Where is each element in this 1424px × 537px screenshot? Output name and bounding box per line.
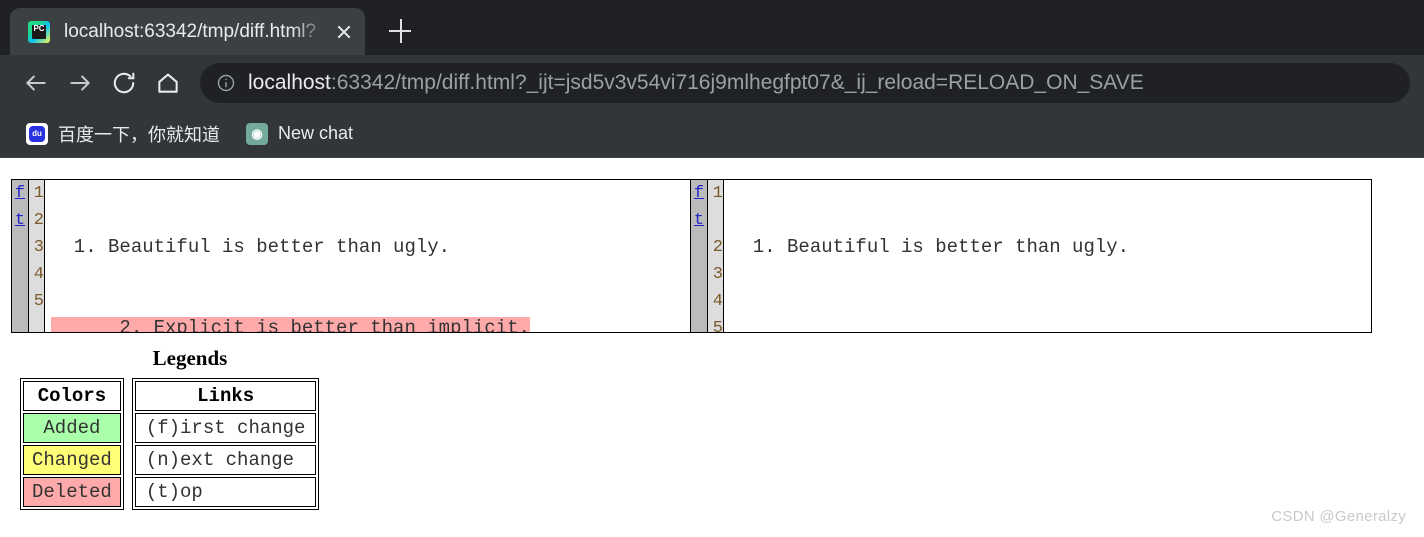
line-numbers-right: 1 2 3 4 5	[708, 180, 724, 332]
line-number: 2	[33, 211, 44, 230]
legend-colors-header: Colors	[23, 381, 121, 411]
line-number	[708, 207, 723, 234]
diff-line	[730, 315, 1371, 332]
bookmark-label: New chat	[278, 123, 354, 143]
diff-line-text-deleted: 2. Explicit is better than implicit.	[51, 317, 530, 332]
browser-chrome: PC localhost:63342/tmp/diff.html? localh…	[0, 0, 1424, 158]
table-row: (f)irst change	[134, 413, 317, 443]
page-content: f t 1 2 3 4 5 1. Beautiful is better tha…	[0, 158, 1424, 537]
favicon-label: PC	[33, 23, 45, 33]
diff-line-text: 1. Beautiful is better than ugly.	[730, 236, 1130, 258]
forward-icon[interactable]	[58, 61, 102, 105]
diff-line: 1. Beautiful is better than ugly.	[51, 234, 690, 261]
browser-toolbar: localhost:63342/tmp/diff.html?_ijt=jsd5v…	[0, 55, 1424, 110]
diff-code-left: 1. Beautiful is better than ugly. 2. Exp…	[45, 180, 690, 332]
home-icon[interactable]	[146, 61, 190, 105]
table-row: Colors	[23, 381, 121, 411]
address-bar[interactable]: localhost:63342/tmp/diff.html?_ijt=jsd5v…	[200, 62, 1410, 103]
diff-pane-left: f t 1 2 3 4 5 1. Beautiful is better tha…	[12, 180, 690, 332]
tab-strip: PC localhost:63342/tmp/diff.html?	[0, 0, 1424, 55]
diff-pane-right: f t 1 2 3 4 5 1. Beautiful is better tha…	[690, 180, 1371, 332]
tab-title: localhost:63342/tmp/diff.html?	[64, 20, 317, 42]
legend-links-header: Links	[134, 381, 317, 411]
bookmark-baidu[interactable]: du 百度一下，你就知道	[16, 117, 230, 151]
line-number: 4	[33, 265, 44, 284]
link-top[interactable]: t	[12, 207, 28, 234]
legend-link-next-change[interactable]: (n)ext change	[134, 445, 317, 475]
link-first-change[interactable]: f	[12, 180, 28, 207]
link-first-change[interactable]: f	[691, 180, 707, 207]
table-row: Deleted	[23, 477, 121, 507]
diff-line: 2. Explicit is better than implicit.	[51, 315, 690, 332]
legend-link-first-change[interactable]: (f)irst change	[134, 413, 317, 443]
legend-link-first-change-label[interactable]: (f)irst change	[146, 417, 306, 439]
legend-links-table: Links (f)irst change (n)ext change (t)op	[131, 378, 320, 510]
bookmark-new-chat[interactable]: ◉ New chat	[236, 117, 363, 151]
line-number: 3	[712, 265, 723, 284]
diff-line: 1. Beautiful is better than ugly.	[730, 234, 1371, 261]
bookmark-label: 百度一下，你就知道	[58, 124, 220, 145]
table-row: Changed	[23, 445, 121, 475]
line-number: 5	[712, 319, 723, 332]
back-icon[interactable]	[14, 61, 58, 105]
openai-icon: ◉	[246, 122, 268, 145]
diff-table: f t 1 2 3 4 5 1. Beautiful is better tha…	[11, 179, 1372, 333]
diff-code-right: 1. Beautiful is better than ugly. 3. Sim…	[724, 180, 1371, 332]
bookmarks-bar: du 百度一下，你就知道 ◉ New chat	[0, 110, 1424, 158]
line-number: 1	[712, 184, 723, 203]
line-number: 1	[33, 184, 44, 203]
legend-changed-cell: Changed	[23, 445, 121, 475]
diff-nav-links-right: f t	[691, 180, 708, 332]
baidu-glyph: du	[29, 125, 45, 142]
table-row: (n)ext change	[134, 445, 317, 475]
site-info-icon[interactable]	[216, 73, 236, 93]
table-row: Added	[23, 413, 121, 443]
line-number: 5	[33, 292, 44, 311]
legend-tables: Colors Added Changed Deleted Links (f)ir…	[20, 378, 360, 510]
diff-line-text: 1. Beautiful is better than ugly.	[51, 236, 451, 258]
close-icon[interactable]	[329, 17, 359, 47]
pycharm-favicon-icon: PC	[28, 20, 50, 43]
legend-added-cell: Added	[23, 413, 121, 443]
baidu-icon: du	[26, 122, 48, 145]
table-row: Links	[134, 381, 317, 411]
link-top[interactable]: t	[691, 207, 707, 234]
line-number: 2	[712, 238, 723, 257]
reload-icon[interactable]	[102, 61, 146, 105]
line-numbers-left: 1 2 3 4 5	[29, 180, 45, 332]
new-tab-icon[interactable]	[379, 10, 421, 52]
url-host: localhost	[248, 70, 331, 94]
legend-link-top[interactable]: (t)op	[134, 477, 317, 507]
watermark: CSDN @Generalzy	[1271, 508, 1406, 525]
legends-section: Legends Colors Added Changed Deleted Lin…	[20, 346, 360, 510]
diff-nav-links-left: f t	[12, 180, 29, 332]
legend-deleted-cell: Deleted	[23, 477, 121, 507]
legend-link-top-label[interactable]: (t)op	[146, 481, 203, 503]
table-row: (t)op	[134, 477, 317, 507]
url-text: localhost:63342/tmp/diff.html?_ijt=jsd5v…	[248, 71, 1144, 95]
legend-colors-table: Colors Added Changed Deleted	[20, 378, 124, 510]
line-number: 4	[712, 292, 723, 311]
line-number: 3	[33, 238, 44, 257]
legends-title: Legends	[152, 346, 228, 370]
legend-link-next-change-label[interactable]: (n)ext change	[146, 449, 294, 471]
browser-tab[interactable]: PC localhost:63342/tmp/diff.html?	[10, 8, 365, 55]
url-path: :63342/tmp/diff.html?_ijt=jsd5v3v54vi716…	[330, 70, 1144, 94]
